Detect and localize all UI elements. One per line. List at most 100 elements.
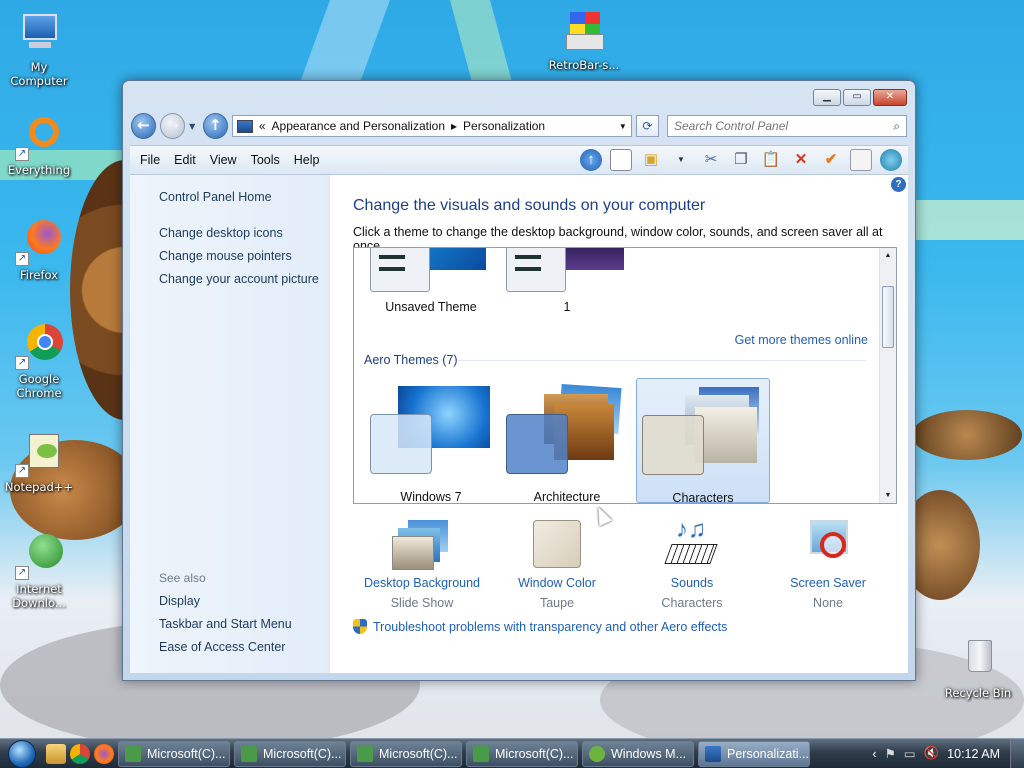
theme-tile-windows7[interactable]: Windows 7 bbox=[364, 378, 498, 503]
shortcut-arrow-icon: ↗ bbox=[15, 464, 29, 478]
scroll-down-icon[interactable]: ▼ bbox=[880, 492, 896, 499]
taskbar-button[interactable]: Windows M... bbox=[582, 740, 694, 767]
theme-list[interactable]: Unsaved Theme 1 Get more themes online A… bbox=[353, 247, 897, 504]
desktop-background-item[interactable]: Desktop Background Slide Show bbox=[357, 518, 487, 610]
views-dropdown-icon[interactable]: ▼ bbox=[670, 149, 692, 171]
taskbar-button-label: Microsoft(C)... bbox=[147, 746, 226, 761]
desktop-icon-idm[interactable]: ↗ Internet Downlo... bbox=[1, 532, 77, 610]
desktop-icon-notepadpp[interactable]: ↗ Notepad++ bbox=[1, 430, 77, 494]
show-desktop-button[interactable] bbox=[1010, 738, 1024, 768]
network-icon[interactable]: ▭ bbox=[904, 746, 916, 761]
breadcrumb-separator[interactable]: ▸ bbox=[451, 119, 457, 133]
menu-view[interactable]: View bbox=[210, 153, 237, 167]
folder-options-icon[interactable]: ▣ bbox=[640, 149, 662, 171]
task-pane: Control Panel Home Change desktop icons … bbox=[130, 175, 330, 673]
ease-of-access-link[interactable]: Ease of Access Center bbox=[159, 640, 285, 654]
window-color-item[interactable]: Window Color Taupe bbox=[492, 518, 622, 610]
chrome-quicklaunch-icon[interactable] bbox=[70, 743, 90, 764]
menu-help[interactable]: Help bbox=[294, 153, 320, 167]
taskbar-button-label: Personalizati... bbox=[727, 746, 809, 761]
taskbar-button-active[interactable]: Personalizati... bbox=[698, 740, 810, 767]
theme-tile-characters[interactable]: Characters bbox=[636, 378, 770, 503]
troubleshoot-row[interactable]: Troubleshoot problems with transparency … bbox=[353, 619, 727, 634]
search-icon[interactable]: ⌕ bbox=[893, 119, 900, 134]
menu-file[interactable]: File bbox=[140, 153, 160, 167]
change-desktop-icons-link[interactable]: Change desktop icons bbox=[159, 226, 283, 240]
window-color-link[interactable]: Window Color bbox=[492, 576, 622, 590]
scrollbar-thumb[interactable] bbox=[882, 286, 894, 348]
taskbar-button[interactable]: Microsoft(C)... bbox=[350, 740, 462, 767]
screen-saver-item[interactable]: Screen Saver None bbox=[763, 518, 893, 610]
sounds-link[interactable]: Sounds bbox=[627, 576, 757, 590]
taskbar-button[interactable]: Microsoft(C)... bbox=[466, 740, 578, 767]
copy-icon[interactable]: ❐ bbox=[730, 149, 752, 171]
desktop-icon-chrome[interactable]: ↗ Google Chrome bbox=[1, 322, 77, 400]
theme-list-scrollbar[interactable]: ▲ ▼ bbox=[879, 248, 896, 503]
windows-orb-icon bbox=[8, 739, 36, 768]
theme-tile-1[interactable]: 1 bbox=[500, 248, 634, 314]
desktop-icon-everything[interactable]: ↗ Everything bbox=[1, 113, 77, 177]
maximize-button[interactable]: ▭ bbox=[843, 89, 871, 106]
up-folder-icon[interactable]: ↑ bbox=[580, 149, 602, 171]
clock[interactable]: 10:12 AM bbox=[947, 747, 1000, 761]
search-box[interactable]: ⌕ bbox=[667, 115, 907, 137]
desktop-icon-retrobar[interactable]: RetroBar-s... bbox=[546, 8, 622, 72]
desktop-icon-label: Recycle Bin bbox=[944, 686, 1012, 700]
scroll-up-icon[interactable]: ▲ bbox=[880, 252, 896, 259]
address-bar[interactable]: « Appearance and Personalization ▸ Perso… bbox=[231, 115, 632, 137]
search-input[interactable] bbox=[674, 119, 894, 133]
breadcrumb-appearance[interactable]: Appearance and Personalization bbox=[272, 119, 445, 133]
delete-icon[interactable]: ✕ bbox=[790, 149, 812, 171]
minimize-button[interactable]: ▁ bbox=[813, 89, 841, 106]
change-account-picture-link[interactable]: Change your account picture bbox=[159, 272, 319, 286]
shortcut-arrow-icon: ↗ bbox=[15, 147, 29, 161]
desktop-icon-recycle-bin[interactable]: Recycle Bin bbox=[940, 636, 1016, 700]
get-more-themes-link[interactable]: Get more themes online bbox=[735, 333, 868, 347]
address-dropdown-icon[interactable]: ▼ bbox=[619, 122, 627, 131]
help-icon[interactable]: ? bbox=[891, 177, 906, 192]
address-overflow[interactable]: « bbox=[259, 119, 266, 133]
view-pane-icon[interactable] bbox=[610, 149, 632, 171]
desktop-ray bbox=[916, 200, 1024, 240]
menu-edit[interactable]: Edit bbox=[174, 153, 196, 167]
forward-button[interactable]: → bbox=[160, 113, 186, 139]
desktop-icon-firefox[interactable]: ↗ Firefox bbox=[1, 218, 77, 282]
theme-tile-architecture[interactable]: Architecture bbox=[500, 378, 634, 503]
desktop-icon-my-computer[interactable]: My Computer bbox=[1, 10, 77, 88]
volume-muted-icon[interactable]: 🔇 bbox=[924, 746, 940, 761]
menu-tools[interactable]: Tools bbox=[251, 153, 280, 167]
taskbar-button[interactable]: Microsoft(C)... bbox=[234, 740, 346, 767]
sounds-item[interactable]: ♪♫ Sounds Characters bbox=[627, 518, 757, 611]
troubleshoot-link[interactable]: Troubleshoot problems with transparency … bbox=[373, 620, 727, 634]
theme-tile-unsaved[interactable]: Unsaved Theme bbox=[364, 248, 498, 314]
back-button[interactable]: ← bbox=[131, 113, 157, 139]
close-button[interactable]: ✕ bbox=[873, 89, 907, 106]
control-panel-icon bbox=[236, 119, 253, 133]
taskbar-button[interactable]: Microsoft(C)... bbox=[118, 740, 230, 767]
properties-icon[interactable] bbox=[850, 149, 872, 171]
apply-checkmark-icon[interactable]: ✔ bbox=[820, 149, 842, 171]
start-button[interactable] bbox=[0, 739, 44, 768]
shield-icon bbox=[353, 619, 367, 634]
breadcrumb-personalization[interactable]: Personalization bbox=[463, 119, 545, 133]
refresh-button[interactable]: ⟳ bbox=[635, 115, 659, 137]
paste-icon[interactable]: 📋 bbox=[760, 149, 782, 171]
firefox-quicklaunch-icon[interactable] bbox=[94, 743, 114, 764]
cut-icon[interactable]: ✂ bbox=[700, 149, 722, 171]
screen-saver-link[interactable]: Screen Saver bbox=[763, 576, 893, 590]
explorer-quicklaunch-icon[interactable] bbox=[46, 743, 66, 764]
recycle-bin-icon bbox=[954, 636, 1002, 684]
flag-icon[interactable]: ⚑ bbox=[885, 746, 896, 761]
globe-icon[interactable] bbox=[880, 149, 902, 171]
up-button[interactable]: ↑ bbox=[202, 113, 228, 139]
change-mouse-pointers-link[interactable]: Change mouse pointers bbox=[159, 249, 292, 263]
desktop-icon-label: Firefox bbox=[19, 268, 59, 282]
tray-expand-icon[interactable]: ‹ bbox=[872, 747, 876, 761]
firefox-icon: ↗ bbox=[15, 218, 63, 266]
desktop-background-link[interactable]: Desktop Background bbox=[357, 576, 487, 590]
control-panel-home-link[interactable]: Control Panel Home bbox=[159, 190, 272, 204]
recent-pages-dropdown[interactable]: ▼ bbox=[189, 122, 199, 131]
taskbar-start-menu-link[interactable]: Taskbar and Start Menu bbox=[159, 617, 292, 631]
control-panel-icon bbox=[705, 745, 721, 762]
display-link[interactable]: Display bbox=[159, 594, 200, 608]
